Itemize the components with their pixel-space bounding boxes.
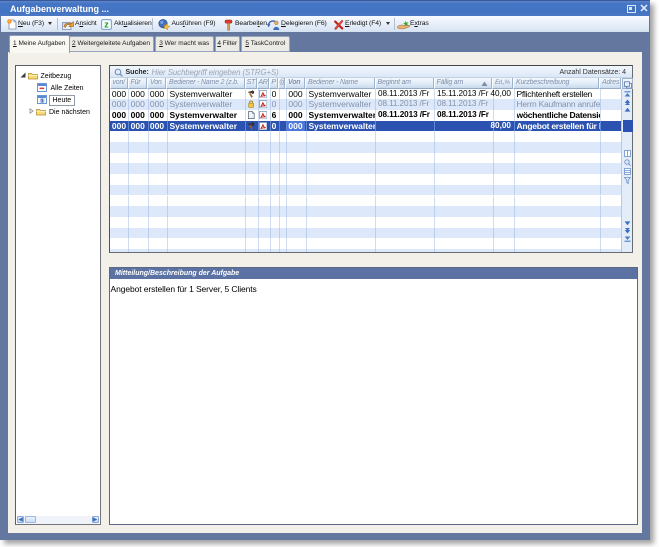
svg-text:1: 1 [40, 98, 43, 104]
svg-text:z: z [104, 20, 109, 30]
